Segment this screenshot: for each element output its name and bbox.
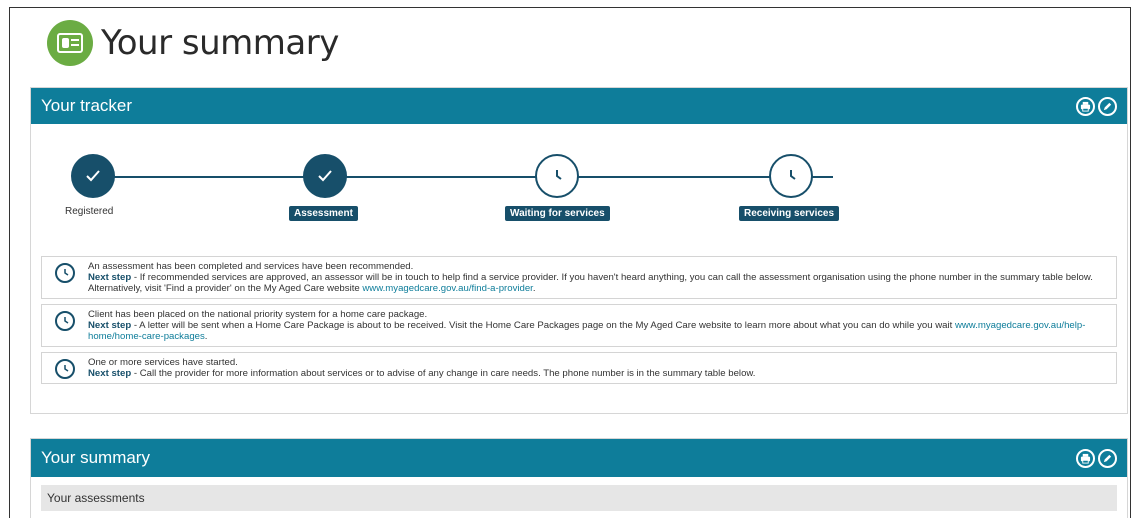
step-assessment-check-icon — [303, 154, 347, 198]
step-registered-check-icon — [71, 154, 115, 198]
summary-title: Your summary — [41, 448, 150, 467]
edit-icon[interactable] — [1098, 96, 1117, 116]
tracker-panel: Your tracker Registered Assessment Waiti… — [30, 87, 1128, 414]
clock-icon — [55, 263, 75, 283]
tracker-title: Your tracker — [41, 96, 133, 115]
clock-icon — [55, 311, 75, 331]
step-label-assessment: Assessment — [289, 206, 358, 221]
track-line — [93, 176, 833, 178]
step-label-waiting: Waiting for services — [505, 206, 610, 221]
summary-panel: Your summary Your assessments — [30, 438, 1128, 518]
next-step-label: Next step — [88, 320, 132, 331]
next-step-text: - Call the provider for more information… — [131, 368, 756, 379]
next-step-label: Next step — [88, 272, 132, 283]
print-icon[interactable] — [1076, 96, 1095, 116]
step-receiving-clock-icon — [769, 154, 813, 198]
step-label-receiving: Receiving services — [739, 206, 840, 221]
message-tail: . — [532, 283, 536, 294]
tracker-message: One or more services have started. Next … — [41, 352, 1117, 384]
message-text: Client has been placed on the national p… — [88, 309, 428, 320]
find-provider-link[interactable]: www.myagedcare.gov.au/find-a-provider — [362, 283, 532, 294]
print-icon[interactable] — [1076, 448, 1095, 468]
next-step-label: Next step — [88, 368, 132, 379]
message-tail: . — [204, 331, 208, 342]
tracker-header: Your tracker — [31, 88, 1127, 124]
your-assessments-section[interactable]: Your assessments — [41, 485, 1117, 511]
message-text: One or more services have started. — [88, 357, 238, 368]
tracker-message: Client has been placed on the national p… — [41, 304, 1117, 347]
summary-header: Your summary — [31, 439, 1127, 477]
next-step-text: - A letter will be sent when a Home Care… — [131, 320, 955, 331]
step-label-registered: Registered — [65, 206, 114, 217]
progress-tracker: Registered Assessment Waiting for servic… — [31, 124, 1127, 244]
page-title: Your summary — [101, 23, 339, 63]
page-header: Your summary — [47, 20, 339, 66]
tracker-message: An assessment has been completed and ser… — [41, 256, 1117, 299]
step-waiting-clock-icon — [535, 154, 579, 198]
message-text: An assessment has been completed and ser… — [88, 261, 414, 272]
clock-icon — [55, 359, 75, 379]
id-card-icon — [47, 20, 93, 66]
next-step-text: - If recommended services are approved, … — [88, 272, 1093, 294]
edit-icon[interactable] — [1098, 448, 1117, 468]
